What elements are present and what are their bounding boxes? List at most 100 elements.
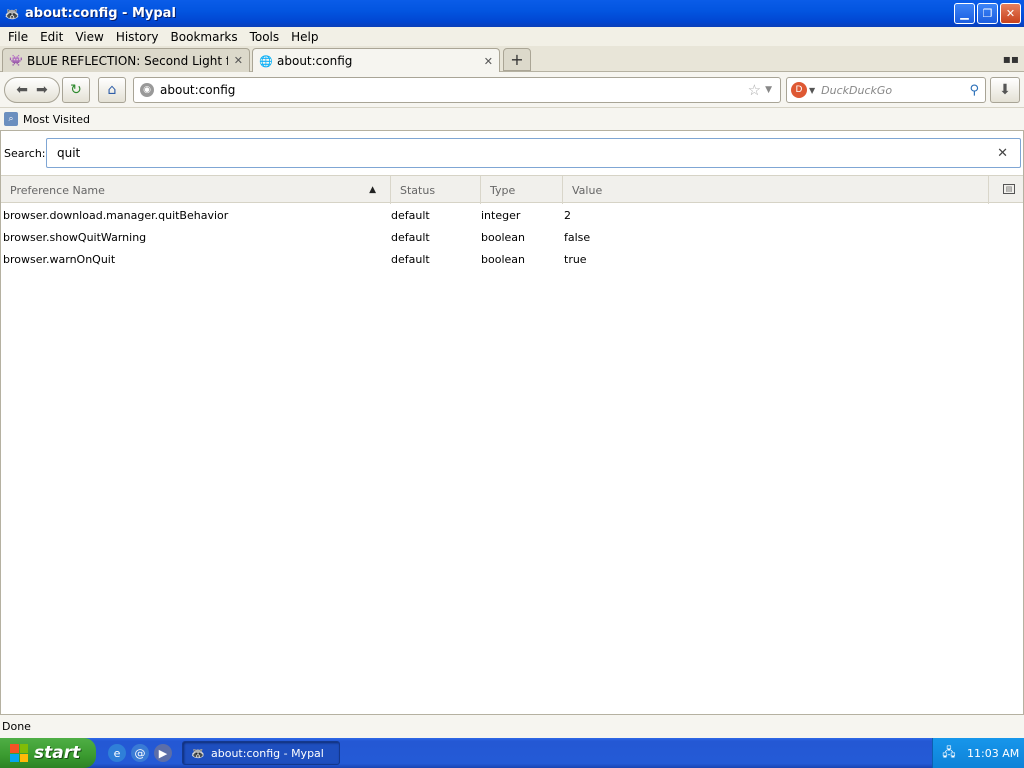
most-visited-icon: ⌕ bbox=[4, 112, 18, 126]
start-label: start bbox=[34, 743, 81, 763]
pref-type-cell: boolean bbox=[481, 231, 525, 244]
taskbar-item-mypal[interactable]: 🦝 about:config - Mypal bbox=[182, 741, 340, 765]
close-icon: ✕ bbox=[1005, 7, 1016, 20]
menu-view[interactable]: View bbox=[69, 30, 109, 44]
pref-status-cell: default bbox=[391, 253, 430, 266]
preferences-table-header: Preference Name ▲ Status Type Value ▤ bbox=[1, 175, 1023, 204]
web-search-box[interactable]: D ▼ DuckDuckGo ⚲ bbox=[786, 77, 986, 103]
url-history-dropdown-icon[interactable]: ▼ bbox=[765, 85, 772, 95]
column-header-value[interactable]: Value bbox=[563, 176, 989, 204]
navigation-toolbar: ⬅ ➡ ↻ ⌂ ◉ about:config ☆ ▼ D ▼ DuckDuckG… bbox=[0, 72, 1024, 108]
tab-label: BLUE REFLECTION: Second Light for Nint..… bbox=[27, 53, 228, 68]
internet-explorer-icon[interactable]: e bbox=[108, 744, 126, 762]
home-button[interactable]: ⌂ bbox=[98, 77, 126, 103]
pref-name-cell: browser.warnOnQuit bbox=[3, 253, 116, 266]
maximize-button[interactable]: ❐ bbox=[977, 3, 998, 24]
plus-icon: + bbox=[510, 50, 524, 69]
network-icon[interactable]: 🖧 bbox=[941, 745, 957, 761]
search-icon[interactable]: ⚲ bbox=[969, 83, 979, 98]
config-search-value[interactable]: quit bbox=[57, 146, 997, 160]
clock[interactable]: 11:03 AM bbox=[967, 747, 1019, 760]
bookmark-most-visited[interactable]: Most Visited bbox=[23, 113, 90, 126]
status-text: Done bbox=[2, 720, 31, 733]
pref-name-cell: browser.showQuitWarning bbox=[3, 231, 147, 244]
pref-value-cell: 2 bbox=[564, 209, 571, 222]
table-row[interactable]: browser.showQuitWarning default boolean … bbox=[1, 227, 1023, 249]
close-button[interactable]: ✕ bbox=[1000, 3, 1021, 24]
new-tab-button[interactable]: + bbox=[503, 48, 531, 71]
column-picker-icon[interactable]: ▤ bbox=[1003, 184, 1015, 194]
menu-bar: File Edit View History Bookmarks Tools H… bbox=[0, 27, 1024, 46]
tab-list-icon[interactable]: ▪▪ bbox=[1003, 52, 1019, 66]
pref-name-cell: browser.download.manager.quitBehavior bbox=[3, 209, 229, 222]
table-row[interactable]: browser.download.manager.quitBehavior de… bbox=[1, 205, 1023, 227]
downloads-button[interactable]: ⬇ bbox=[990, 77, 1020, 103]
reload-button[interactable]: ↻ bbox=[62, 77, 90, 103]
home-icon: ⌂ bbox=[107, 82, 117, 98]
duckduckgo-icon[interactable]: D bbox=[791, 82, 807, 98]
mypal-raccoon-icon: 🦝 bbox=[4, 6, 20, 21]
back-forward-group: ⬅ ➡ bbox=[4, 77, 60, 103]
bookmark-star-icon[interactable]: ☆ bbox=[748, 81, 761, 99]
window-titlebar[interactable]: 🦝 about:config - Mypal ▁ ❐ ✕ bbox=[0, 0, 1024, 27]
pref-status-cell: default bbox=[391, 209, 430, 222]
tab-close-icon[interactable]: ✕ bbox=[234, 54, 243, 67]
column-header-type[interactable]: Type bbox=[481, 176, 563, 204]
column-label: Preference Name bbox=[10, 183, 105, 197]
minimize-icon: ▁ bbox=[960, 7, 969, 20]
pref-type-cell: integer bbox=[481, 209, 521, 222]
windows-taskbar: start e @ ▶ 🦝 about:config - Mypal 🖧 11:… bbox=[0, 738, 1024, 768]
pref-value-cell: true bbox=[564, 253, 587, 266]
status-bar: Done bbox=[0, 714, 1024, 738]
column-label: Status bbox=[400, 183, 436, 197]
minimize-button[interactable]: ▁ bbox=[954, 3, 975, 24]
column-label: Type bbox=[490, 183, 516, 197]
media-player-icon[interactable]: ▶ bbox=[154, 744, 172, 762]
preferences-table-body: browser.download.manager.quitBehavior de… bbox=[1, 205, 1023, 271]
system-tray: 🖧 11:03 AM bbox=[932, 738, 1024, 768]
download-arrow-icon: ⬇ bbox=[999, 82, 1011, 98]
globe-icon: ◉ bbox=[140, 83, 154, 97]
pixel-character-icon: 👾 bbox=[9, 54, 23, 67]
taskbar-item-label: about:config - Mypal bbox=[211, 746, 324, 760]
pref-value-cell: false bbox=[564, 231, 591, 244]
windows-logo-icon bbox=[10, 744, 28, 762]
tab-about-config[interactable]: 🌐 about:config ✕ bbox=[252, 48, 500, 73]
url-bar[interactable]: ◉ about:config ☆ ▼ bbox=[133, 77, 781, 103]
back-arrow-icon[interactable]: ⬅ bbox=[16, 82, 28, 98]
window-title: about:config - Mypal bbox=[25, 6, 176, 21]
menu-bookmarks[interactable]: Bookmarks bbox=[165, 30, 244, 44]
search-placeholder[interactable]: DuckDuckGo bbox=[821, 84, 969, 97]
sort-ascending-icon: ▲ bbox=[369, 185, 376, 195]
config-search-input[interactable]: quit ✕ bbox=[46, 138, 1021, 168]
mypal-raccoon-icon: 🦝 bbox=[191, 746, 205, 760]
clear-search-icon[interactable]: ✕ bbox=[997, 146, 1008, 161]
start-button[interactable]: start bbox=[0, 738, 96, 768]
tab-strip: 👾 BLUE REFLECTION: Second Light for Nint… bbox=[0, 46, 1024, 73]
menu-help[interactable]: Help bbox=[285, 30, 324, 44]
search-engine-dropdown-icon[interactable]: ▼ bbox=[809, 86, 815, 95]
pref-type-cell: boolean bbox=[481, 253, 525, 266]
config-search-row: Search: quit ✕ bbox=[1, 137, 1023, 169]
about-config-page: Search: quit ✕ Preference Name ▲ Status … bbox=[0, 131, 1024, 714]
email-client-icon[interactable]: @ bbox=[131, 744, 149, 762]
forward-arrow-icon[interactable]: ➡ bbox=[36, 82, 48, 98]
tab-label: about:config bbox=[277, 54, 353, 68]
menu-history[interactable]: History bbox=[110, 30, 165, 44]
restore-icon: ❐ bbox=[982, 7, 993, 20]
tab-close-icon[interactable]: ✕ bbox=[484, 55, 493, 68]
pref-status-cell: default bbox=[391, 231, 430, 244]
table-row[interactable]: browser.warnOnQuit default boolean true bbox=[1, 249, 1023, 271]
column-label: Value bbox=[572, 183, 603, 197]
column-header-preference-name[interactable]: Preference Name ▲ bbox=[1, 176, 391, 204]
bookmarks-toolbar: ⌕ Most Visited bbox=[0, 108, 1024, 131]
tab-blue-reflection[interactable]: 👾 BLUE REFLECTION: Second Light for Nint… bbox=[2, 48, 250, 72]
column-header-status[interactable]: Status bbox=[391, 176, 481, 204]
globe-icon: 🌐 bbox=[259, 54, 273, 68]
config-search-label: Search: bbox=[4, 146, 46, 160]
menu-tools[interactable]: Tools bbox=[244, 30, 286, 44]
url-text[interactable]: about:config bbox=[160, 83, 748, 97]
reload-icon: ↻ bbox=[70, 82, 82, 98]
menu-file[interactable]: File bbox=[2, 30, 34, 44]
menu-edit[interactable]: Edit bbox=[34, 30, 69, 44]
